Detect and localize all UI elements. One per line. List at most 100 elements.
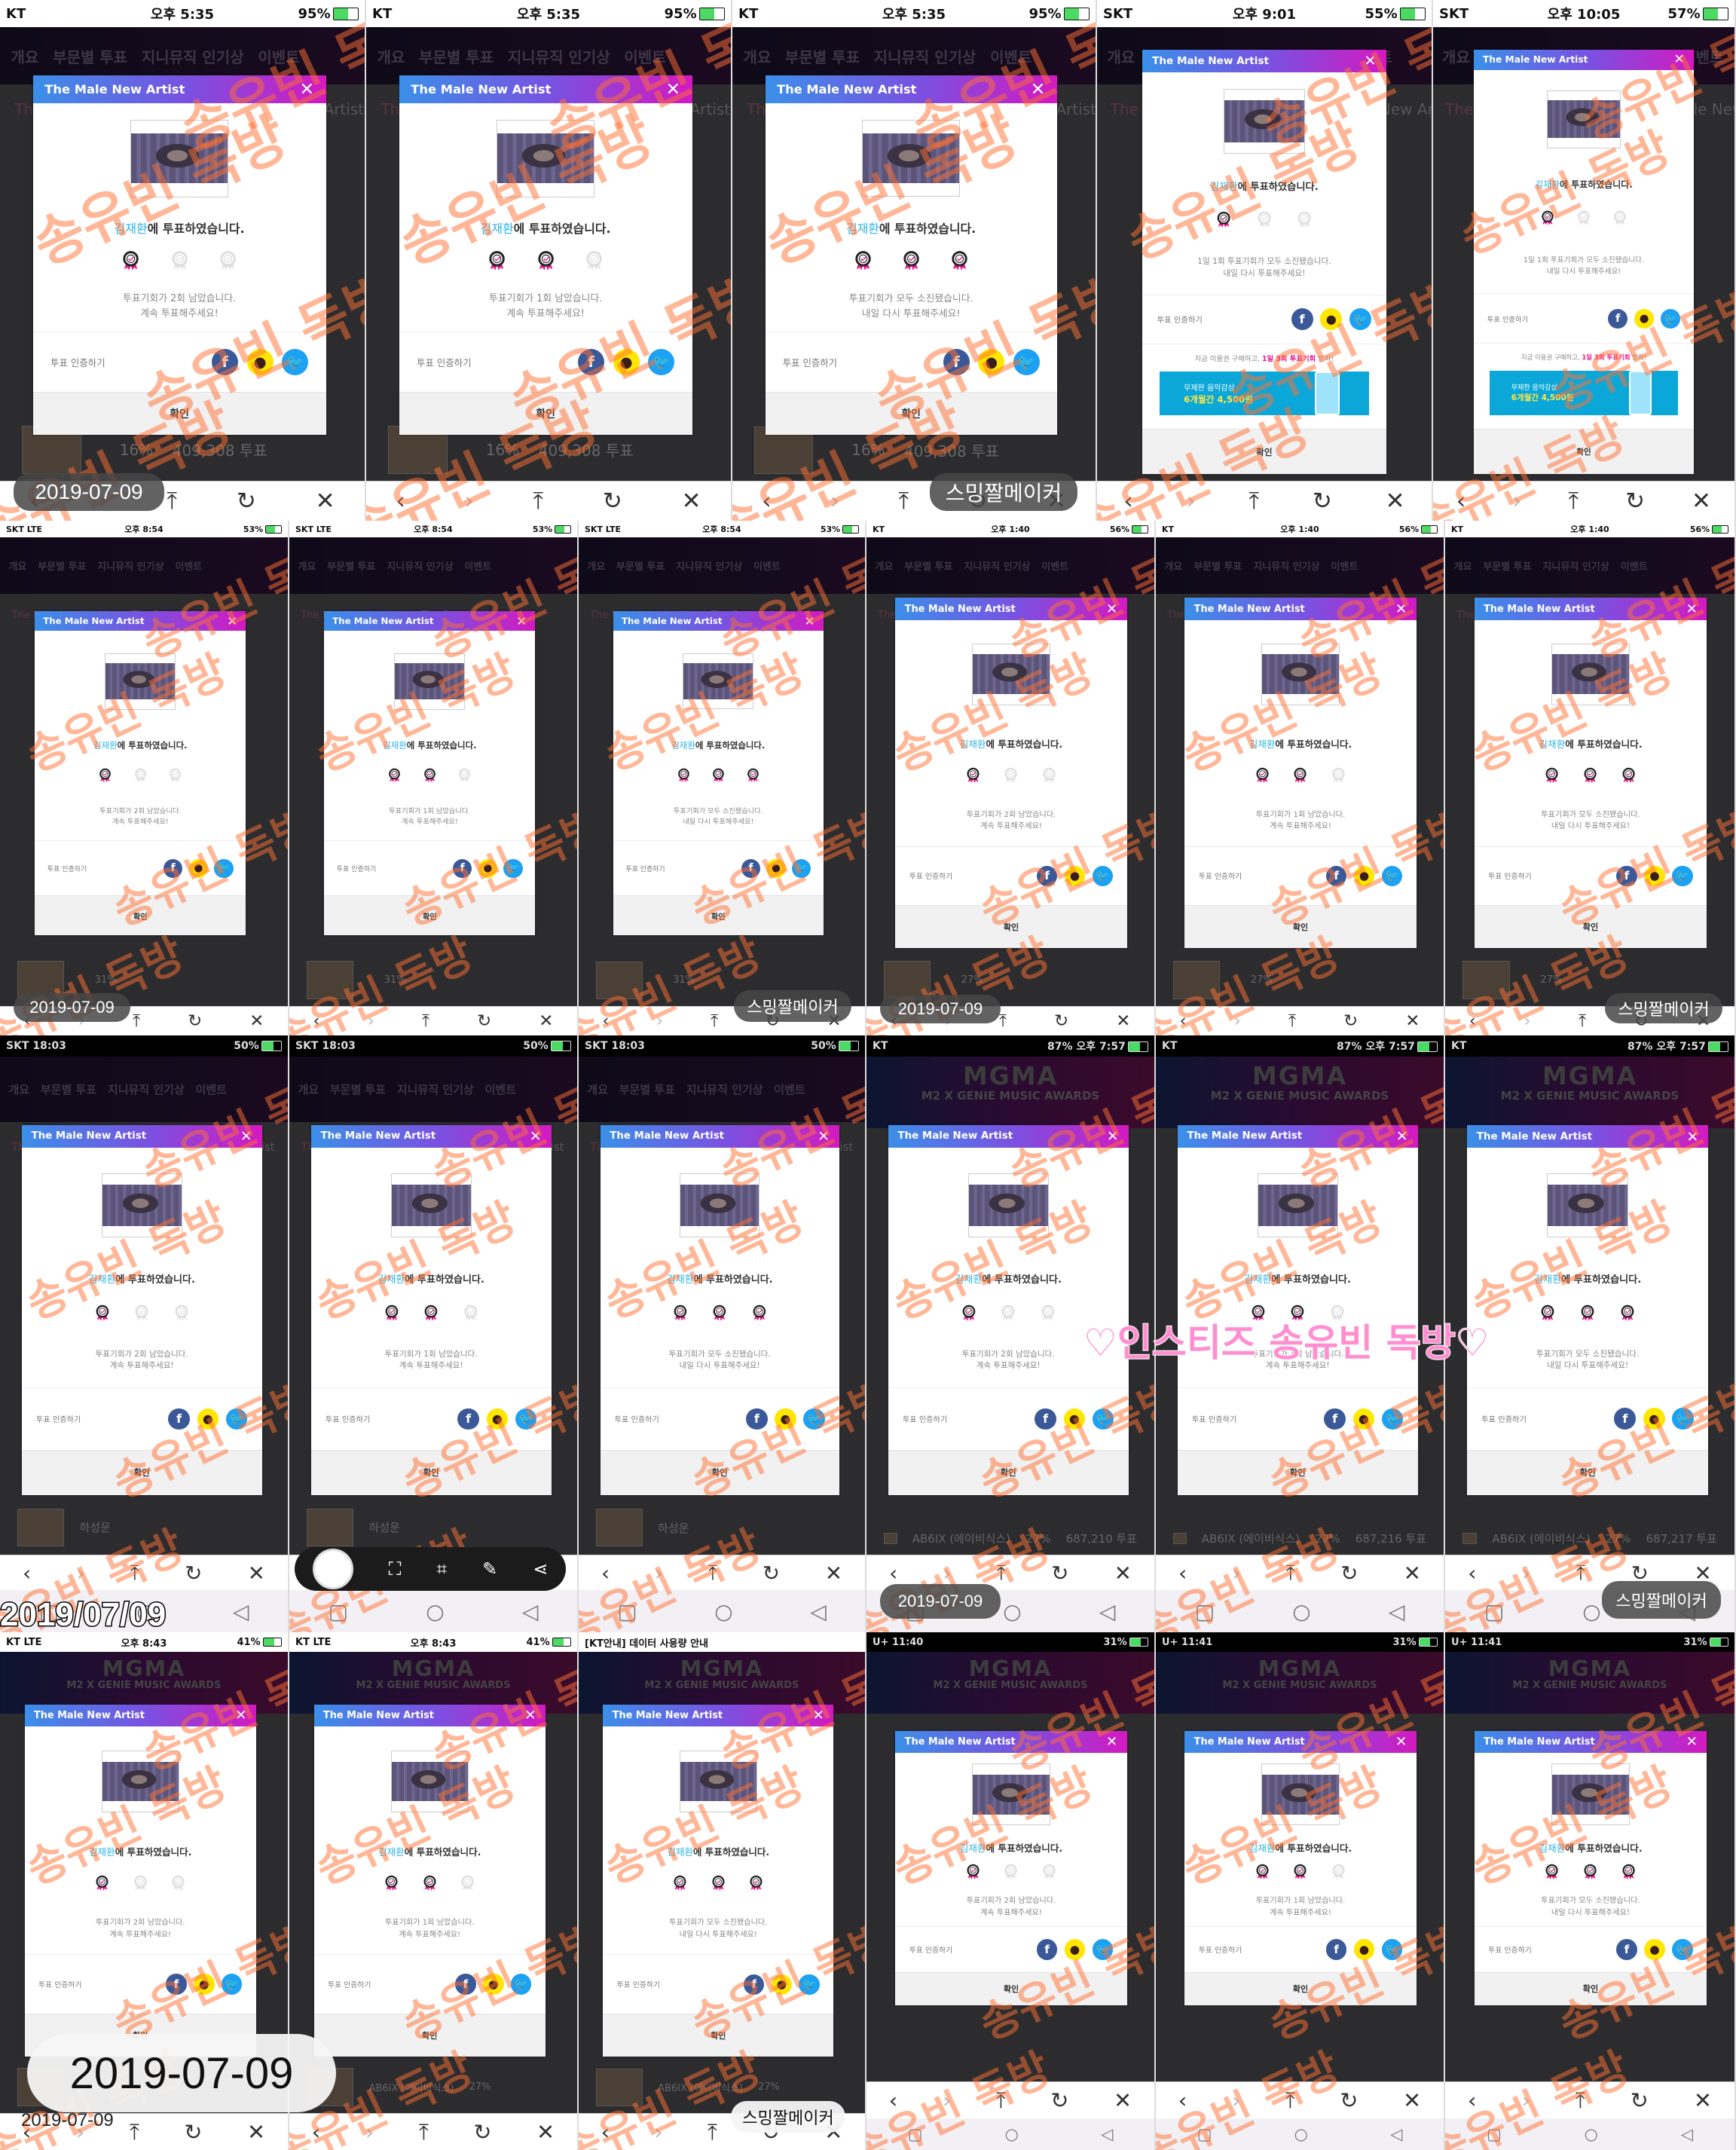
back-triangle-icon[interactable]: ◁ [522, 1599, 539, 1624]
confirm-button[interactable]: 확인 [1474, 428, 1694, 474]
forward-icon[interactable]: › [654, 2119, 663, 2145]
close-icon[interactable]: ✕ [818, 1128, 830, 1145]
forward-icon[interactable]: › [1522, 1561, 1530, 1586]
confirm-button[interactable]: 확인 [32, 391, 326, 435]
back-triangle-icon[interactable]: ◁ [1101, 2125, 1113, 2143]
tab-item[interactable]: 개요 [8, 558, 26, 573]
kakaotalk-icon[interactable]: ● [197, 1408, 219, 1430]
close-tab-icon[interactable]: ✕ [682, 488, 701, 515]
facebook-icon[interactable]: f [1291, 308, 1313, 331]
tab-item[interactable]: 이벤트 [624, 45, 665, 67]
close-tab-icon[interactable]: ✕ [825, 1561, 842, 1586]
scroll-top-icon[interactable]: ⤒ [1288, 1011, 1296, 1031]
tab-item[interactable]: 부문별 투표 [327, 558, 375, 573]
back-icon[interactable]: ‹ [312, 2119, 321, 2145]
close-tab-icon[interactable]: ✕ [247, 2119, 265, 2145]
twitter-icon[interactable]: 🐦 [799, 1974, 820, 1996]
back-icon[interactable]: ‹ [1178, 1561, 1187, 1586]
close-icon[interactable]: ✕ [1364, 52, 1376, 69]
facebook-icon[interactable]: f [1036, 865, 1058, 887]
twitter-icon[interactable]: 🐦 [225, 1408, 248, 1430]
close-icon[interactable]: ✕ [1107, 1127, 1119, 1145]
close-icon[interactable]: ✕ [1396, 1127, 1408, 1145]
back-icon[interactable]: ‹ [889, 2087, 898, 2113]
twitter-icon[interactable]: 🐦 [1013, 349, 1040, 375]
scroll-top-icon[interactable]: ⤒ [1576, 1560, 1585, 1586]
twitter-icon[interactable]: 🐦 [1672, 865, 1693, 887]
tab-item[interactable]: 개요 [298, 558, 316, 573]
confirm-button[interactable]: 확인 [1466, 1450, 1709, 1495]
tab-item[interactable]: 지니뮤직 인기상 [686, 1081, 763, 1097]
back-triangle-icon[interactable]: ◁ [810, 1599, 827, 1624]
close-tab-icon[interactable]: ✕ [536, 2119, 555, 2145]
tab-item[interactable]: 이벤트 [258, 45, 299, 67]
tab-item[interactable]: 개요 [8, 1081, 29, 1097]
twitter-icon[interactable]: 🐦 [1381, 865, 1403, 887]
home-icon[interactable]: ○ [1585, 2125, 1598, 2143]
tab-item[interactable]: 부문별 투표 [330, 1081, 386, 1097]
forward-icon[interactable]: › [76, 1561, 84, 1586]
twitter-icon[interactable]: 🐦 [1349, 308, 1372, 331]
tab-item[interactable]: 지니뮤직 인기상 [397, 1081, 474, 1097]
close-icon[interactable]: ✕ [812, 1708, 824, 1723]
twitter-icon[interactable]: 🐦 [214, 858, 234, 878]
confirm-button[interactable]: 확인 [35, 895, 246, 935]
kakaotalk-icon[interactable]: ● [1353, 1939, 1375, 1960]
forward-icon[interactable]: › [1524, 1011, 1530, 1031]
forward-icon[interactable]: › [655, 1561, 663, 1586]
confirm-button[interactable]: 확인 [1142, 429, 1386, 474]
twitter-icon[interactable]: 🐦 [1092, 1939, 1114, 1960]
facebook-icon[interactable]: f [1616, 865, 1637, 887]
recent-apps-icon[interactable]: ▢ [329, 1599, 348, 1624]
tab-item[interactable]: 지니뮤직 인기상 [964, 558, 1030, 573]
back-triangle-icon[interactable]: ◁ [1390, 2125, 1402, 2143]
close-icon[interactable]: ✕ [516, 613, 527, 628]
close-tab-icon[interactable]: ✕ [1692, 488, 1711, 515]
tab-item[interactable]: 부문별 투표 [1483, 558, 1531, 573]
tab-item[interactable]: 이벤트 [774, 1081, 805, 1097]
scroll-capture-icon[interactable]: ⛶ [389, 1558, 402, 1580]
share-icon[interactable]: ⋖ [533, 1558, 548, 1580]
forward-icon[interactable]: › [1522, 2087, 1531, 2113]
forward-icon[interactable]: › [1234, 1011, 1241, 1031]
close-tab-icon[interactable]: ✕ [249, 1011, 264, 1031]
forward-icon[interactable]: › [1512, 488, 1521, 515]
twitter-icon[interactable]: 🐦 [1661, 308, 1681, 329]
twitter-icon[interactable]: 🐦 [1092, 865, 1114, 887]
tab-item[interactable]: 부문별 투표 [38, 558, 86, 573]
confirm-button[interactable]: 확인 [324, 895, 536, 935]
tab-item[interactable]: 개요 [875, 558, 893, 573]
close-tab-icon[interactable]: ✕ [1404, 1561, 1421, 1586]
twitter-icon[interactable]: 🐦 [648, 349, 675, 376]
recent-apps-icon[interactable]: ▢ [1484, 1599, 1504, 1624]
kakaotalk-icon[interactable]: ● [1063, 1408, 1086, 1430]
close-tab-icon[interactable]: ✕ [1116, 1011, 1130, 1031]
kakaotalk-icon[interactable]: ● [1064, 1939, 1086, 1960]
forward-icon[interactable]: › [656, 1011, 663, 1031]
facebook-icon[interactable]: f [453, 858, 472, 878]
scroll-top-icon[interactable]: ⤒ [999, 1011, 1007, 1031]
tab-item[interactable]: 부문별 투표 [619, 1081, 675, 1097]
tab-item[interactable]: 부문별 투표 [904, 558, 952, 573]
confirm-button[interactable]: 확인 [600, 1450, 839, 1495]
tab-item[interactable]: 개요 [1454, 558, 1472, 573]
tab-item[interactable]: 개요 [1107, 45, 1135, 67]
back-icon[interactable]: ‹ [1468, 1561, 1476, 1586]
reload-icon[interactable]: ↻ [763, 1561, 780, 1586]
tab-item[interactable]: 지니뮤직 인기상 [1543, 558, 1609, 573]
facebook-icon[interactable]: f [943, 349, 970, 375]
reload-icon[interactable]: ↻ [477, 1011, 491, 1031]
close-icon[interactable]: ✕ [1395, 1734, 1407, 1750]
facebook-icon[interactable]: f [164, 858, 183, 878]
scroll-top-icon[interactable]: ⤒ [422, 1011, 429, 1031]
facebook-icon[interactable]: f [743, 1974, 765, 1996]
twitter-icon[interactable]: 🐦 [791, 858, 811, 878]
kakaotalk-icon[interactable]: ● [246, 349, 274, 376]
scroll-top-icon[interactable]: ⤒ [711, 1011, 718, 1031]
facebook-icon[interactable]: f [211, 349, 238, 376]
kakaotalk-icon[interactable]: ● [486, 1408, 509, 1430]
forward-icon[interactable]: › [1232, 2087, 1241, 2113]
tab-item[interactable]: 이벤트 [753, 558, 781, 573]
forward-icon[interactable]: › [464, 488, 473, 515]
confirm-button[interactable]: 확인 [1474, 905, 1707, 948]
